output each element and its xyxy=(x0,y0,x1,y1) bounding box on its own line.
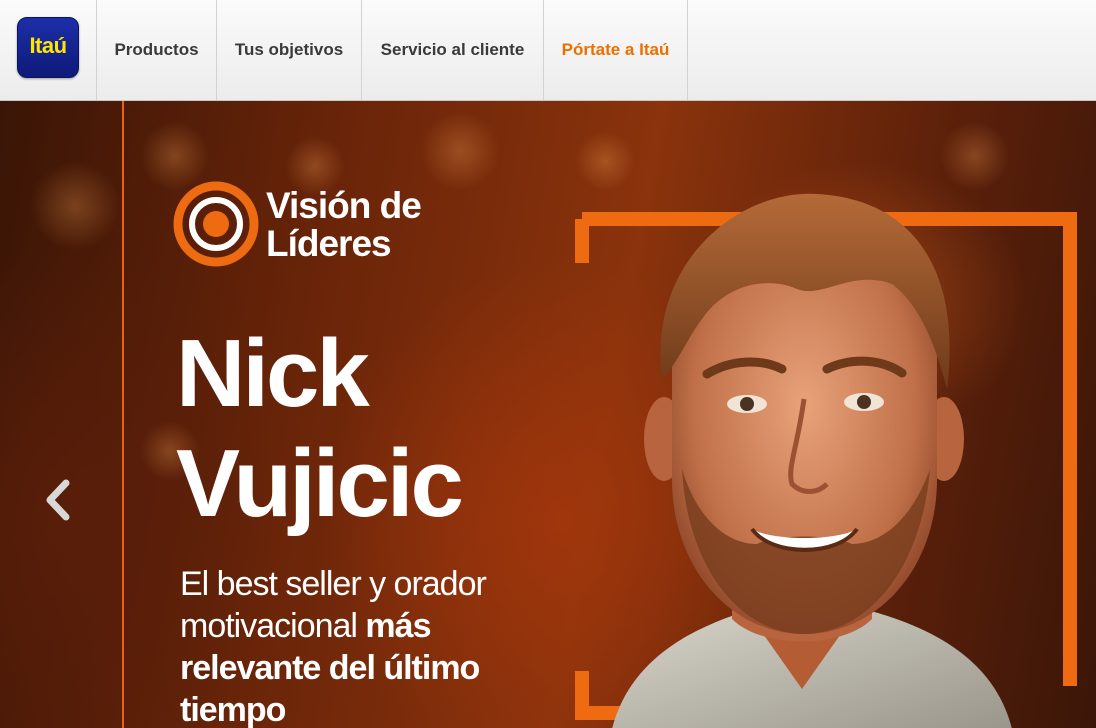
nav-portate-a-itau[interactable]: Pórtate a Itaú xyxy=(543,0,688,100)
nav-servicio-al-cliente[interactable]: Servicio al cliente xyxy=(361,0,543,100)
desc-line-4: tiempo xyxy=(180,689,486,728)
speaker-last-name: Vujicic xyxy=(176,430,464,537)
speaker-first-name: Nick xyxy=(176,320,370,427)
chevron-left-icon[interactable] xyxy=(38,477,78,523)
speaker-description: El best seller y orador motivacional más… xyxy=(180,563,487,728)
brand-line-2: Líderes xyxy=(266,223,392,264)
speaker-portrait xyxy=(612,193,1012,728)
brand-title: Visión de Líderes xyxy=(266,185,422,264)
desc-line-2-bold: más xyxy=(365,607,431,645)
top-navbar: Itaú Productos Tus objetivos Servicio al… xyxy=(0,0,1096,101)
brand-line-1: Visión de xyxy=(266,185,422,226)
nav-tus-objetivos[interactable]: Tus objetivos xyxy=(216,0,361,100)
desc-line-2-regular: motivacional xyxy=(180,607,366,645)
desc-line-3-bold: relevante del último xyxy=(180,649,480,687)
itau-logo[interactable]: Itaú xyxy=(17,17,79,78)
speaker-name: Nick Vujicic xyxy=(176,319,464,539)
desc-line-3: relevante del último xyxy=(180,647,486,689)
hero-banner[interactable]: Visión de Líderes Nick Vujicic El best s… xyxy=(0,101,1096,728)
logo-text: Itaú xyxy=(29,33,67,58)
nav-productos[interactable]: Productos xyxy=(96,0,216,100)
main-nav: Productos Tus objetivos Servicio al clie… xyxy=(96,0,688,100)
desc-line-2: motivacional más xyxy=(180,605,486,647)
desc-line-4-bold: tiempo xyxy=(180,691,286,728)
desc-line-1: El best seller y orador xyxy=(180,565,487,603)
vision-de-lideres-logo-icon xyxy=(173,181,259,267)
